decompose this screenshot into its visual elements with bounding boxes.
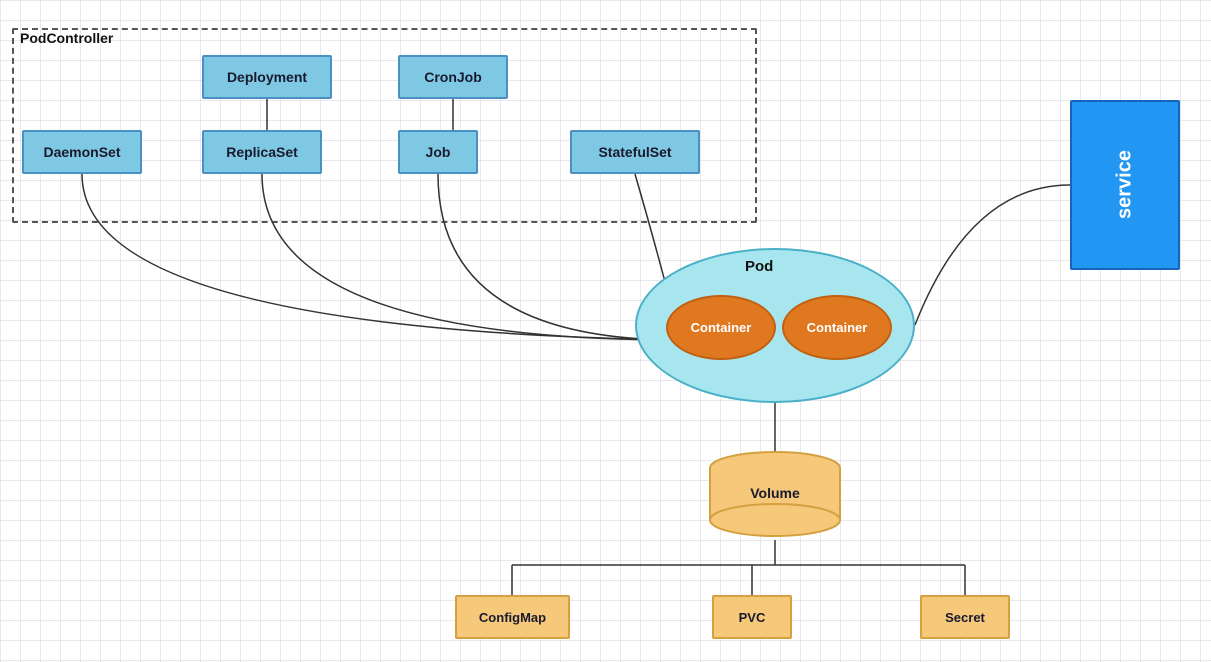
replicaset-node: ReplicaSet (202, 130, 322, 174)
secret-node: Secret (920, 595, 1010, 639)
configmap-node: ConfigMap (455, 595, 570, 639)
deployment-node: Deployment (202, 55, 332, 99)
container-2: Container (782, 295, 892, 360)
statefulset-node: StatefulSet (570, 130, 700, 174)
pod-label: Pod (745, 258, 773, 275)
container-1: Container (666, 295, 776, 360)
daemonset-node: DaemonSet (22, 130, 142, 174)
diagram-canvas: PodController DaemonSet Deployment Repli… (0, 0, 1211, 662)
volume-node: Volume (705, 450, 845, 540)
cronjob-node: CronJob (398, 55, 508, 99)
pod-controller-border (12, 28, 757, 223)
job-node: Job (398, 130, 478, 174)
pvc-node: PVC (712, 595, 792, 639)
service-node: service (1070, 100, 1180, 270)
svg-text:Volume: Volume (750, 485, 800, 501)
pod-controller-label: PodController (20, 30, 113, 46)
